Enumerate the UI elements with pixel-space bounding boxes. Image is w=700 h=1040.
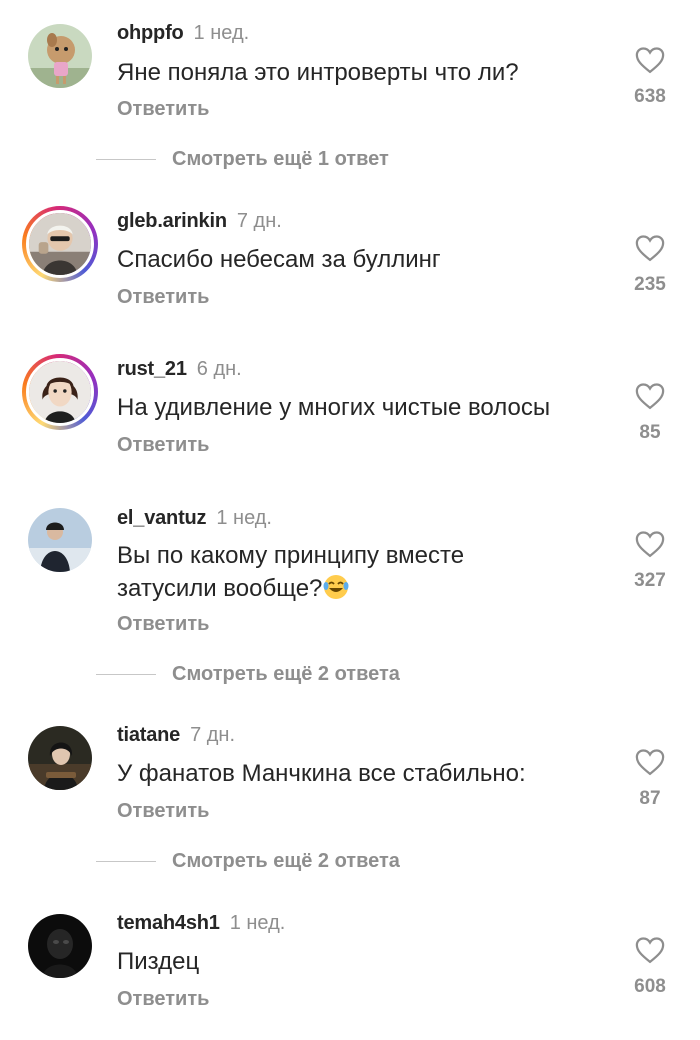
view-more-replies-button[interactable]: Смотреть ещё 1 ответ	[96, 147, 389, 171]
comment-time: 6 дн.	[196, 358, 242, 380]
comment-time: 7 дн.	[190, 724, 236, 746]
heart-icon	[635, 235, 665, 262]
like-button[interactable]: 608	[620, 936, 680, 998]
avatar[interactable]	[28, 914, 92, 978]
heart-icon	[635, 531, 665, 558]
view-more-replies-button[interactable]: Смотреть ещё 2 ответа	[96, 849, 400, 873]
like-button[interactable]: 85	[620, 382, 680, 444]
avatar-cartoon-icon	[28, 24, 92, 88]
view-more-replies-button[interactable]: Смотреть ещё 2 ответа	[96, 662, 400, 686]
heart-icon	[635, 47, 665, 74]
like-count: 87	[639, 788, 661, 809]
divider-line	[96, 158, 156, 160]
like-count: 235	[634, 274, 666, 295]
like-count: 85	[639, 422, 661, 443]
view-more-replies-label: Смотреть ещё 1 ответ	[172, 147, 389, 170]
comment-text: У фанатов Манчкина все стабильно:	[117, 760, 526, 787]
comment-text: Вы по какому принципу вместе затусили во…	[117, 539, 587, 605]
reply-button[interactable]: Ответить	[117, 434, 209, 457]
comment-username[interactable]: temah4sh1	[117, 912, 220, 934]
comments-list: ohppfo 1 нед. Яне поняла это интроверты ч…	[0, 0, 700, 1040]
heart-icon	[635, 937, 665, 964]
comment-text-line: затусили вообще?	[117, 575, 323, 602]
like-count: 638	[634, 86, 666, 107]
like-button[interactable]: 327	[620, 530, 680, 592]
comment-username[interactable]: ohppfo	[117, 22, 184, 44]
comment-text-line: Вы по какому принципу вместе	[117, 542, 465, 569]
view-more-replies-label: Смотреть ещё 2 ответа	[172, 662, 400, 685]
reply-button[interactable]: Ответить	[117, 988, 209, 1011]
comment-time: 1 нед.	[193, 22, 250, 44]
avatar-photo-icon	[29, 361, 91, 423]
avatar-photo-icon	[29, 213, 91, 275]
avatar[interactable]	[28, 508, 92, 572]
comment-time: 1 нед.	[216, 507, 272, 529]
reply-button[interactable]: Ответить	[117, 800, 209, 823]
avatar[interactable]	[22, 206, 98, 282]
heart-icon	[635, 749, 665, 776]
comment-text: Яне поняла это интроверты что ли?	[117, 59, 519, 86]
reply-button[interactable]: Ответить	[117, 98, 209, 121]
rolling-on-floor-laughing-emoji	[323, 575, 349, 599]
avatar[interactable]	[22, 354, 98, 430]
reply-button[interactable]: Ответить	[117, 286, 209, 309]
avatar-photo-icon	[28, 508, 92, 572]
like-button[interactable]: 638	[620, 46, 680, 108]
reply-button[interactable]: Ответить	[117, 613, 209, 636]
comment-username[interactable]: el_vantuz	[117, 507, 207, 529]
like-button[interactable]: 235	[620, 234, 680, 296]
like-button[interactable]: 87	[620, 748, 680, 810]
avatar[interactable]	[28, 24, 92, 88]
comment-time: 7 дн.	[236, 210, 282, 232]
comment-time: 1 нед.	[229, 912, 286, 934]
avatar-photo-icon	[28, 914, 92, 978]
like-count: 608	[634, 976, 666, 997]
avatar-photo-icon	[28, 726, 92, 790]
comment-text: На удивление у многих чистые волосы	[117, 394, 551, 421]
comment-username[interactable]: gleb.arinkin	[117, 210, 227, 232]
divider-line	[96, 860, 156, 862]
like-count: 327	[634, 570, 666, 591]
heart-icon	[635, 383, 665, 410]
comment-username[interactable]: rust_21	[117, 358, 187, 380]
comment-text: Пиздец	[117, 948, 200, 975]
divider-line	[96, 673, 156, 675]
avatar[interactable]	[28, 726, 92, 790]
comment-text: Спасибо небесам за буллинг	[117, 246, 441, 273]
comment-username[interactable]: tiatane	[117, 724, 180, 746]
view-more-replies-label: Смотреть ещё 2 ответа	[172, 849, 400, 872]
